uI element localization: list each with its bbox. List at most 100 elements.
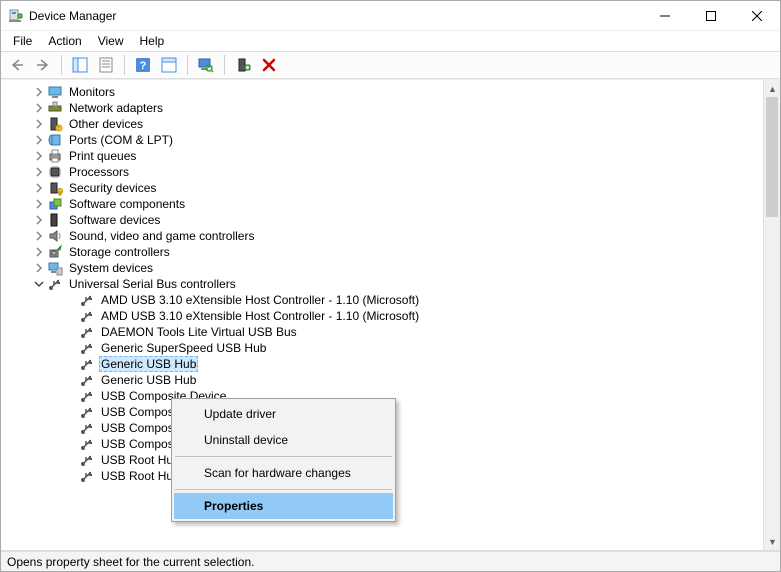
toolbar-separator xyxy=(187,55,188,75)
properties-icon xyxy=(98,57,114,73)
minimize-button[interactable] xyxy=(642,1,688,31)
expander-blank: › xyxy=(65,358,77,370)
tree-row[interactable]: Software components xyxy=(1,196,763,212)
tree-row[interactable]: Monitors xyxy=(1,84,763,100)
menu-file[interactable]: File xyxy=(5,32,40,50)
expander-blank: › xyxy=(65,470,77,482)
tree-row[interactable]: › Generic USB Hub xyxy=(1,372,763,388)
tree-row[interactable]: ! Other devices xyxy=(1,116,763,132)
expander-closed-icon[interactable] xyxy=(33,166,45,178)
device-label[interactable]: Print queues xyxy=(67,149,138,163)
usb-icon xyxy=(79,356,95,372)
status-text: Opens property sheet for the current sel… xyxy=(7,555,254,569)
scroll-down-arrow[interactable]: ▼ xyxy=(764,533,780,550)
device-label[interactable]: Generic SuperSpeed USB Hub xyxy=(99,341,268,355)
expander-closed-icon[interactable] xyxy=(33,230,45,242)
action-button[interactable] xyxy=(157,53,181,77)
port-icon xyxy=(47,132,63,148)
tree-row[interactable]: › Generic USB Hub xyxy=(1,356,763,372)
scan-hardware-icon xyxy=(235,57,251,73)
content-area: Monitors Network adapters! Other devices Po… xyxy=(1,79,780,551)
expander-blank: › xyxy=(65,438,77,450)
tree-row[interactable]: ›Generic SuperSpeed USB Hub xyxy=(1,340,763,356)
device-label[interactable]: Monitors xyxy=(67,85,117,99)
tree-row[interactable]: ›AMD USB 3.10 eXtensible Host Controller… xyxy=(1,292,763,308)
other-icon: ! xyxy=(47,116,63,132)
tree-row[interactable]: Ports (COM & LPT) xyxy=(1,132,763,148)
expander-closed-icon[interactable] xyxy=(33,134,45,146)
expander-open-icon[interactable] xyxy=(33,278,45,290)
tree-view-icon xyxy=(72,57,88,73)
arrow-left-icon xyxy=(9,57,25,73)
tree-row[interactable]: Network adapters xyxy=(1,100,763,116)
expander-closed-icon[interactable] xyxy=(33,118,45,130)
device-label[interactable]: System devices xyxy=(67,261,155,275)
tree-row[interactable]: Print queues xyxy=(1,148,763,164)
scroll-up-arrow[interactable]: ▲ xyxy=(764,80,780,97)
tree-row[interactable]: Processors xyxy=(1,164,763,180)
system-icon xyxy=(47,260,63,276)
tree-row[interactable]: Software devices xyxy=(1,212,763,228)
tree-row[interactable]: Security devices xyxy=(1,180,763,196)
expander-closed-icon[interactable] xyxy=(33,214,45,226)
device-label[interactable]: Security devices xyxy=(67,181,158,195)
expander-closed-icon[interactable] xyxy=(33,262,45,274)
tree-row[interactable]: Storage controllers xyxy=(1,244,763,260)
expander-closed-icon[interactable] xyxy=(33,182,45,194)
expander-closed-icon[interactable] xyxy=(33,246,45,258)
close-button[interactable] xyxy=(734,1,780,31)
context-menu: Update driver Uninstall device Scan for … xyxy=(171,398,396,522)
menu-view[interactable]: View xyxy=(90,32,132,50)
device-label[interactable]: Storage controllers xyxy=(67,245,172,259)
toolbar-separator xyxy=(224,55,225,75)
forward-button[interactable] xyxy=(31,53,55,77)
expander-blank: › xyxy=(65,390,77,402)
expander-closed-icon[interactable] xyxy=(33,198,45,210)
cm-properties[interactable]: Properties xyxy=(174,493,393,519)
back-button[interactable] xyxy=(5,53,29,77)
cm-update-driver[interactable]: Update driver xyxy=(174,401,393,427)
device-label[interactable]: Software devices xyxy=(67,213,162,227)
usb-icon xyxy=(79,436,95,452)
monitor-icon xyxy=(47,84,63,100)
expander-closed-icon[interactable] xyxy=(33,86,45,98)
tree-row[interactable]: › DAEMON Tools Lite Virtual USB Bus xyxy=(1,324,763,340)
device-label[interactable]: Sound, video and game controllers xyxy=(67,229,256,243)
device-label[interactable]: Other devices xyxy=(67,117,145,131)
device-label[interactable]: AMD USB 3.10 eXtensible Host Controller … xyxy=(99,293,421,307)
view-button[interactable] xyxy=(194,53,218,77)
uninstall-button[interactable] xyxy=(257,53,281,77)
menu-action[interactable]: Action xyxy=(40,32,89,50)
tree-row[interactable]: Universal Serial Bus controllers xyxy=(1,276,763,292)
expander-blank: › xyxy=(65,326,77,338)
expander-closed-icon[interactable] xyxy=(33,102,45,114)
tree-row[interactable]: Sound, video and game controllers xyxy=(1,228,763,244)
device-label[interactable]: Universal Serial Bus controllers xyxy=(67,277,238,291)
menu-help[interactable]: Help xyxy=(132,32,173,50)
maximize-button[interactable] xyxy=(688,1,734,31)
device-label[interactable]: DAEMON Tools Lite Virtual USB Bus xyxy=(99,325,299,339)
help-button[interactable]: ? xyxy=(131,53,155,77)
help-icon: ? xyxy=(135,57,151,73)
device-label[interactable]: Ports (COM & LPT) xyxy=(67,133,175,147)
device-label[interactable]: Generic USB Hub xyxy=(99,356,198,372)
device-label[interactable]: Processors xyxy=(67,165,131,179)
arrow-right-icon xyxy=(35,57,51,73)
monitor-search-icon xyxy=(198,57,214,73)
show-hide-tree-button[interactable] xyxy=(68,53,92,77)
security-icon xyxy=(47,180,63,196)
expander-blank: › xyxy=(65,374,77,386)
tree-row[interactable]: ›AMD USB 3.10 eXtensible Host Controller… xyxy=(1,308,763,324)
scan-hardware-button[interactable] xyxy=(231,53,255,77)
expander-closed-icon[interactable] xyxy=(33,150,45,162)
cm-scan-hardware[interactable]: Scan for hardware changes xyxy=(174,460,393,486)
device-label[interactable]: Generic USB Hub xyxy=(99,373,198,387)
tree-row[interactable]: System devices xyxy=(1,260,763,276)
cm-uninstall-device[interactable]: Uninstall device xyxy=(174,427,393,453)
device-label[interactable]: Network adapters xyxy=(67,101,165,115)
vertical-scrollbar[interactable]: ▲ ▼ xyxy=(763,80,780,550)
device-label[interactable]: AMD USB 3.10 eXtensible Host Controller … xyxy=(99,309,421,323)
properties-button[interactable] xyxy=(94,53,118,77)
scroll-thumb[interactable] xyxy=(766,97,778,217)
device-label[interactable]: Software components xyxy=(67,197,187,211)
